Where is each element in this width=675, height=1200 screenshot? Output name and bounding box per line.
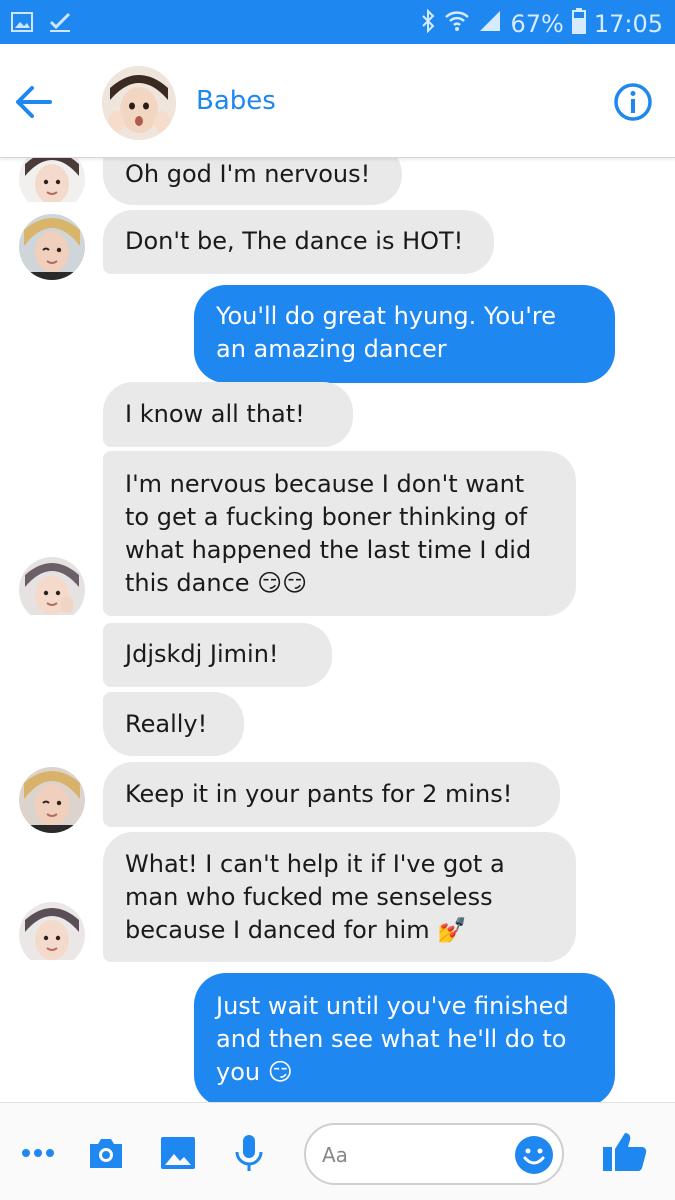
microphone-icon[interactable]	[229, 1133, 269, 1173]
thumbs-up-icon[interactable]	[601, 1129, 647, 1175]
message-text: Just wait until you've finished and then…	[216, 992, 569, 1086]
bluetooth-icon	[420, 8, 436, 39]
message-text: What! I can't help it if I've got a man …	[125, 850, 505, 944]
message-bubble[interactable]: Don't be, The dance is HOT!	[103, 210, 494, 274]
message-text: Jdjskdj Jimin!	[125, 640, 279, 668]
conversation-header: Babes	[0, 44, 675, 158]
message-bubble[interactable]: Really!	[103, 692, 244, 756]
clock: 17:05	[593, 10, 663, 38]
sender-avatar[interactable]	[19, 902, 85, 968]
back-arrow-icon[interactable]	[14, 84, 54, 120]
contact-avatar[interactable]	[102, 66, 176, 140]
signal-icon	[478, 9, 502, 39]
wifi-icon	[444, 9, 470, 39]
sender-avatar[interactable]	[19, 557, 85, 623]
message-text: Don't be, The dance is HOT!	[125, 227, 464, 255]
message-text: I know all that!	[125, 400, 305, 428]
message-bubble[interactable]: I'm nervous because I don't want to get …	[103, 451, 576, 616]
gallery-notification-icon	[10, 10, 34, 38]
emoji-icon[interactable]	[514, 1135, 554, 1175]
message-text: Oh god I'm nervous!	[125, 160, 371, 188]
sender-avatar[interactable]	[19, 158, 85, 212]
gallery-icon[interactable]	[158, 1133, 198, 1173]
message-input[interactable]	[322, 1139, 512, 1171]
message-thread[interactable]: Oh god I'm nervous! Don't be, The dance …	[0, 158, 675, 1102]
contact-name[interactable]: Babes	[196, 86, 276, 116]
message-text: Keep it in your pants for 2 mins!	[125, 780, 513, 808]
message-bubble[interactable]: Oh god I'm nervous!	[103, 158, 402, 205]
message-bubble[interactable]: Jdjskdj Jimin!	[103, 623, 332, 687]
info-icon[interactable]	[613, 82, 653, 122]
message-bubble[interactable]: Just wait until you've finished and then…	[194, 973, 615, 1102]
more-options-icon[interactable]	[18, 1133, 58, 1173]
message-bubble[interactable]: I know all that!	[103, 382, 353, 447]
sender-avatar[interactable]	[19, 767, 85, 833]
message-text: I'm nervous because I don't want to get …	[125, 470, 532, 597]
message-input-box[interactable]	[304, 1123, 564, 1185]
battery-percent: 67%	[510, 10, 564, 38]
status-bar: 67% 17:05	[0, 0, 675, 44]
checkmark-notification-icon	[48, 10, 72, 38]
battery-icon	[571, 8, 586, 40]
camera-icon[interactable]	[86, 1133, 126, 1173]
message-bubble[interactable]: What! I can't help it if I've got a man …	[103, 832, 576, 962]
message-bubble[interactable]: Keep it in your pants for 2 mins!	[103, 762, 560, 827]
message-bubble[interactable]: You'll do great hyung. You're an amazing…	[194, 285, 615, 383]
sender-avatar[interactable]	[19, 214, 85, 280]
message-text: Really!	[125, 710, 208, 738]
composer-bar	[0, 1102, 675, 1200]
message-text: You'll do great hyung. You're an amazing…	[216, 302, 556, 363]
